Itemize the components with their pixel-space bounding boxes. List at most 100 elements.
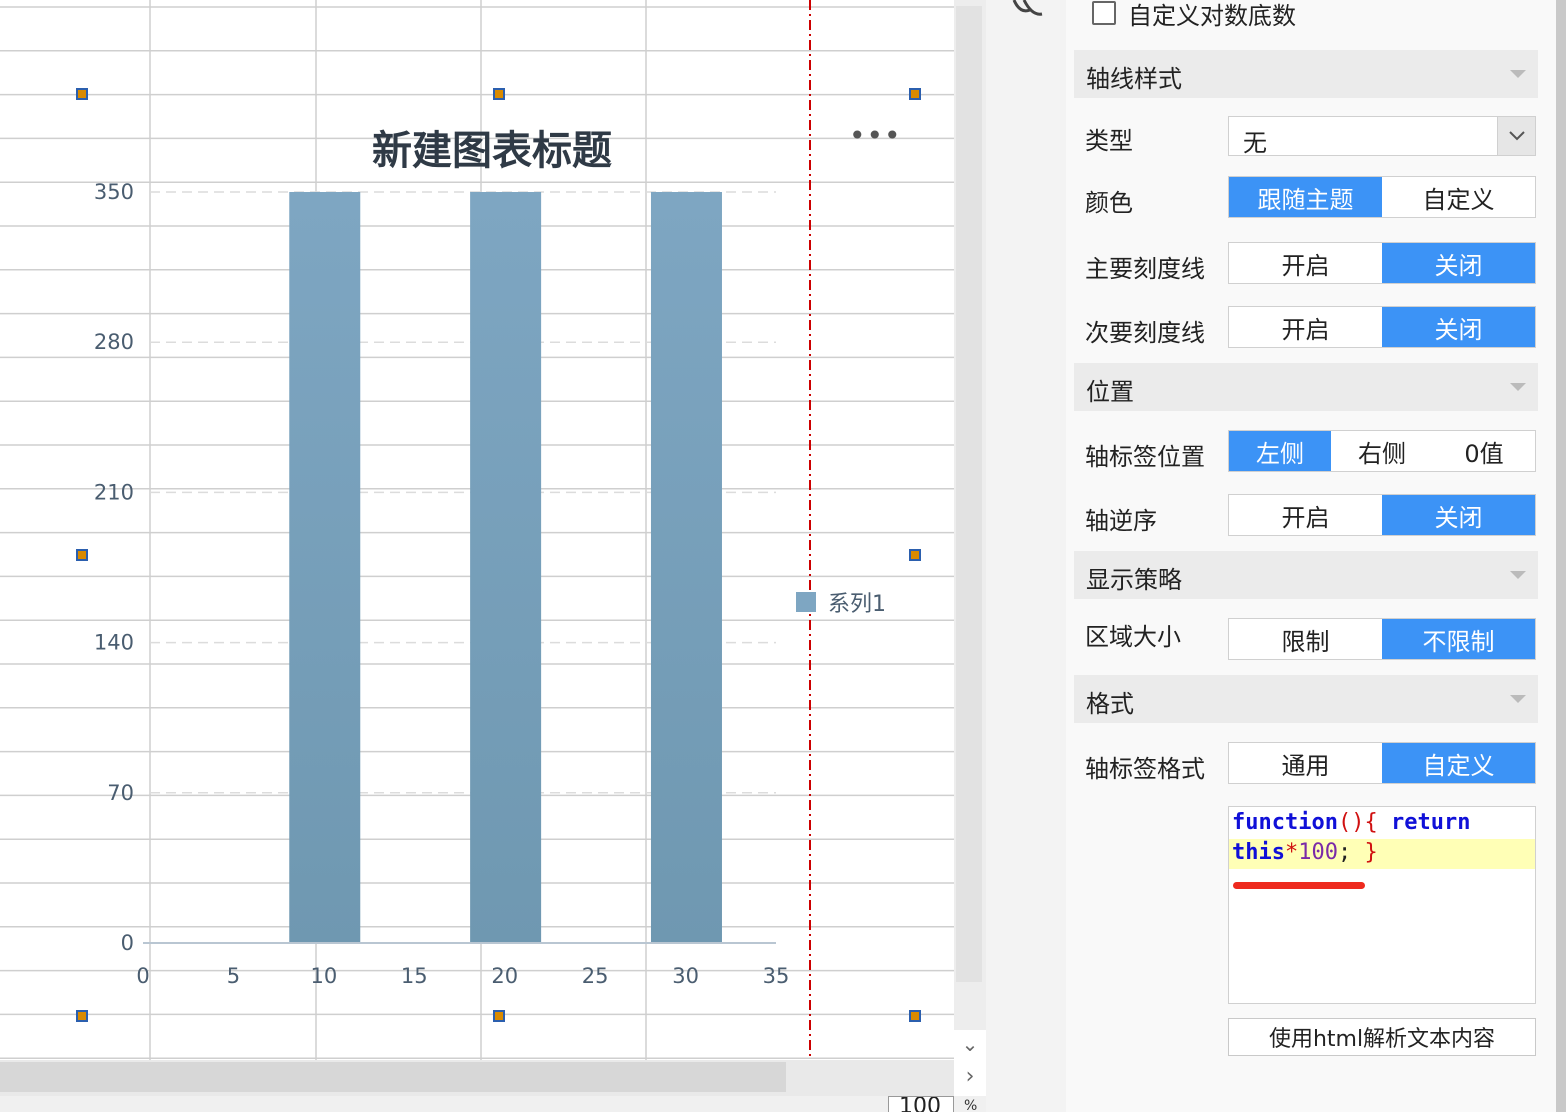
code-token: 100 — [1298, 840, 1338, 865]
area-size-label: 区域大小 — [1085, 623, 1181, 651]
label-position-label: 轴标签位置 — [1085, 443, 1205, 471]
horizontal-scroll-thumb[interactable] — [0, 1062, 786, 1092]
toggle-option[interactable]: 开启 — [1229, 243, 1382, 283]
zoom-input[interactable]: 100 — [888, 1096, 954, 1112]
x-tick-label: 30 — [672, 964, 699, 988]
y-tick-label: 210 — [94, 480, 134, 504]
window-edge — [1556, 0, 1566, 1112]
section-position[interactable]: 位置 — [1074, 363, 1538, 411]
y-tick-label: 280 — [94, 330, 134, 354]
axis-reverse-label: 轴逆序 — [1085, 507, 1157, 535]
toggle-option[interactable]: 通用 — [1229, 743, 1382, 783]
format-code-editor[interactable]: function(){ return this*100; } — [1228, 806, 1536, 1004]
x-tick-labels: 0 5 10 15 20 25 30 35 — [136, 964, 789, 988]
toggle-option[interactable]: 关闭 — [1382, 243, 1535, 283]
toggle-option[interactable]: 跟随主题 — [1229, 177, 1382, 217]
red-annotation-underline — [1233, 882, 1365, 889]
resize-handle-bottom-right[interactable] — [909, 1010, 921, 1022]
code-line-1: function(){ return — [1232, 810, 1470, 835]
code-token: ; — [1337, 840, 1352, 865]
resize-handle-right[interactable] — [909, 549, 921, 561]
code-token: return — [1390, 810, 1471, 835]
code-token: * — [1284, 840, 1299, 865]
x-tick-label: 0 — [136, 964, 149, 988]
code-token: } — [1364, 840, 1378, 865]
custom-log-base-row[interactable]: 自定义对数底数 — [1092, 0, 1296, 30]
link-icon[interactable] — [1010, 0, 1044, 22]
y-tick-label: 140 — [94, 631, 134, 655]
color-label: 颜色 — [1085, 189, 1133, 217]
x-tick-label: 25 — [582, 964, 609, 988]
major-tick-toggle[interactable]: 开启 关闭 — [1228, 242, 1536, 284]
code-token: (){ — [1337, 810, 1378, 835]
resize-handle-bottom[interactable] — [493, 1010, 505, 1022]
select-dropdown-button[interactable] — [1497, 117, 1535, 155]
ellipsis-icon[interactable]: ••• — [849, 122, 902, 150]
tool-strip — [986, 0, 1066, 1112]
y-tick-label: 70 — [107, 781, 134, 805]
minor-tick-toggle[interactable]: 开启 关闭 — [1228, 306, 1536, 348]
label-position-toggle[interactable]: 左侧 右侧 0值 — [1228, 430, 1536, 472]
section-title: 轴线样式 — [1086, 65, 1182, 93]
toggle-option[interactable]: 0值 — [1433, 431, 1535, 471]
custom-log-base-checkbox[interactable] — [1092, 1, 1116, 25]
x-tick-label: 10 — [310, 964, 337, 988]
html-parse-button[interactable]: 使用html解析文本内容 — [1228, 1018, 1536, 1056]
toggle-option[interactable]: 自定义 — [1382, 743, 1535, 783]
x-tick-label: 20 — [491, 964, 518, 988]
section-title: 显示策略 — [1086, 566, 1182, 594]
legend-label: 系列1 — [828, 592, 886, 617]
toggle-option[interactable]: 关闭 — [1382, 495, 1535, 535]
section-format[interactable]: 格式 — [1074, 675, 1538, 723]
resize-handle-top[interactable] — [493, 88, 505, 100]
vertical-scroll-thumb[interactable] — [956, 6, 982, 982]
section-title: 位置 — [1086, 378, 1134, 406]
collapse-caret-icon[interactable] — [1510, 695, 1526, 703]
chevron-down-icon — [1509, 131, 1525, 141]
x-tick-label: 35 — [763, 964, 790, 988]
toggle-option[interactable]: 左侧 — [1229, 431, 1331, 471]
label-format-toggle[interactable]: 通用 自定义 — [1228, 742, 1536, 784]
chevron-right-icon[interactable]: › — [954, 1060, 986, 1096]
resize-handle-top-right[interactable] — [909, 88, 921, 100]
toggle-option[interactable]: 不限制 — [1382, 619, 1535, 659]
toggle-option[interactable]: 关闭 — [1382, 307, 1535, 347]
color-toggle[interactable]: 跟随主题 自定义 — [1228, 176, 1536, 218]
chart-bar — [289, 192, 361, 943]
type-label: 类型 — [1085, 127, 1133, 155]
code-token: function — [1232, 810, 1338, 835]
collapse-caret-icon[interactable] — [1510, 70, 1526, 78]
y-tick-label: 350 — [94, 180, 134, 204]
minor-tick-label: 次要刻度线 — [1085, 319, 1205, 347]
section-title: 格式 — [1086, 690, 1134, 718]
chart-title[interactable]: 新建图表标题 — [372, 118, 612, 176]
code-token: this — [1232, 840, 1285, 865]
chart-bar — [650, 192, 722, 943]
resize-handle-top-left[interactable] — [76, 88, 88, 100]
area-size-toggle[interactable]: 限制 不限制 — [1228, 618, 1536, 660]
y-tick-label: 0 — [121, 931, 134, 955]
legend-swatch — [796, 592, 816, 612]
code-line-2: this*100; } — [1232, 840, 1378, 865]
axis-reverse-toggle[interactable]: 开启 关闭 — [1228, 494, 1536, 536]
resize-handle-left[interactable] — [76, 549, 88, 561]
toggle-option[interactable]: 右侧 — [1331, 431, 1433, 471]
major-tick-label: 主要刻度线 — [1085, 255, 1205, 283]
chevron-down-icon[interactable]: ⌄ — [954, 1030, 986, 1060]
toggle-option[interactable]: 自定义 — [1382, 177, 1535, 217]
collapse-caret-icon[interactable] — [1510, 571, 1526, 579]
custom-log-base-label: 自定义对数底数 — [1128, 1, 1296, 30]
section-axis-style[interactable]: 轴线样式 — [1074, 50, 1538, 98]
resize-handle-bottom-left[interactable] — [76, 1010, 88, 1022]
toggle-option[interactable]: 开启 — [1229, 495, 1382, 535]
bars — [289, 192, 722, 943]
chart-legend[interactable]: 系列1 — [796, 586, 886, 618]
type-select[interactable]: 无 — [1228, 116, 1536, 157]
spreadsheet-canvas[interactable]: 0 5 10 15 20 25 30 35 0 70 140 210 280 350 新建图表标题 ••… — [0, 0, 954, 1060]
label-format-label: 轴标签格式 — [1085, 755, 1205, 783]
toggle-option[interactable]: 开启 — [1229, 307, 1382, 347]
collapse-caret-icon[interactable] — [1510, 383, 1526, 391]
zoom-unit: % — [964, 1098, 978, 1112]
toggle-option[interactable]: 限制 — [1229, 619, 1382, 659]
section-display-strategy[interactable]: 显示策略 — [1074, 551, 1538, 599]
